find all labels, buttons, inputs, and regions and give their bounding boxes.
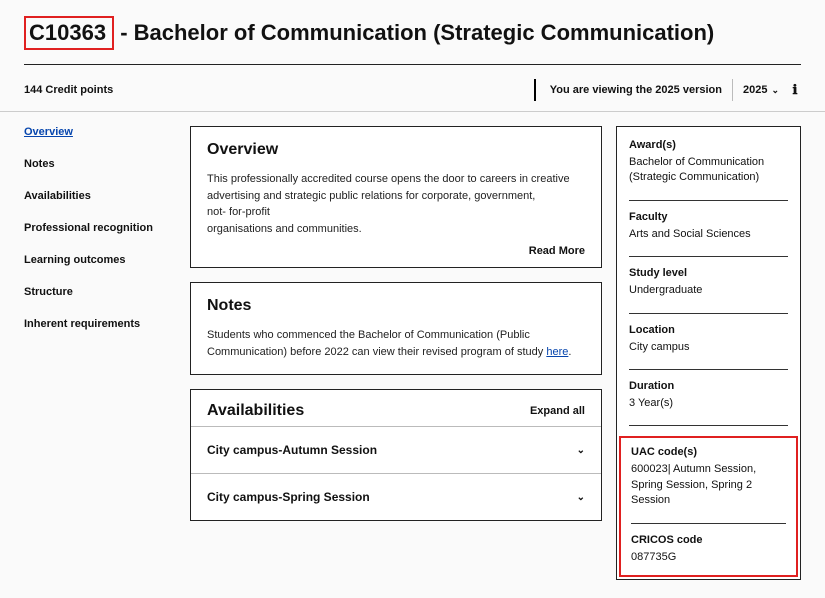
- nav-inherent-requirements[interactable]: Inherent requirements: [24, 318, 176, 330]
- notes-link-here[interactable]: here: [546, 346, 568, 358]
- version-label: You are viewing the 2025 version: [550, 84, 722, 96]
- location-value: City campus: [629, 340, 788, 355]
- info-sidebar: Award(s) Bachelor of Communication (Stra…: [616, 126, 801, 580]
- divider: [24, 64, 801, 65]
- notes-panel: Notes Students who commenced the Bachelo…: [190, 282, 602, 375]
- highlighted-codes: UAC code(s) 600023| Autumn Session, Spri…: [619, 436, 798, 577]
- study-level-label: Study level: [629, 267, 788, 279]
- course-code: C10363: [24, 16, 114, 50]
- nav-notes[interactable]: Notes: [24, 158, 176, 170]
- nav-availabilities[interactable]: Availabilities: [24, 190, 176, 202]
- overview-text: This professionally accredited course op…: [207, 171, 585, 237]
- duration-value: 3 Year(s): [629, 396, 788, 411]
- overview-panel: Overview This professionally accredited …: [190, 126, 602, 268]
- course-name: - Bachelor of Communication (Strategic C…: [114, 20, 714, 45]
- award-label: Award(s): [629, 139, 788, 151]
- version-year: 2025: [743, 84, 767, 96]
- nav-professional-recognition[interactable]: Professional recognition: [24, 222, 176, 234]
- uac-label: UAC code(s): [631, 446, 786, 458]
- divider: [629, 313, 788, 314]
- divider: [629, 369, 788, 370]
- duration-label: Duration: [629, 380, 788, 392]
- divider: [629, 200, 788, 201]
- award-value: Bachelor of Communication (Strategic Com…: [629, 155, 788, 186]
- sidebar-nav: Overview Notes Availabilities Profession…: [24, 126, 176, 580]
- availability-item-spring[interactable]: City campus-Spring Session ⌄: [191, 473, 601, 520]
- chevron-down-icon: ⌄: [577, 492, 585, 503]
- nav-structure[interactable]: Structure: [24, 286, 176, 298]
- info-icon[interactable]: ℹ: [789, 84, 801, 96]
- version-selector: You are viewing the 2025 version 2025 ⌄ …: [534, 79, 801, 101]
- overview-heading: Overview: [207, 141, 585, 159]
- notes-heading: Notes: [207, 297, 585, 315]
- page-title: C10363 - Bachelor of Communication (Stra…: [24, 16, 801, 50]
- faculty-label: Faculty: [629, 211, 788, 223]
- availability-item-autumn[interactable]: City campus-Autumn Session ⌄: [191, 426, 601, 473]
- availabilities-panel: Availabilities Expand all City campus-Au…: [190, 389, 602, 521]
- faculty-value: Arts and Social Sciences: [629, 227, 788, 242]
- chevron-down-icon: ⌄: [577, 445, 585, 456]
- divider: [732, 79, 733, 101]
- location-label: Location: [629, 324, 788, 336]
- nav-overview[interactable]: Overview: [24, 126, 176, 138]
- main-content: Overview This professionally accredited …: [190, 126, 602, 580]
- chevron-down-icon: ⌄: [771, 85, 779, 96]
- expand-all-button[interactable]: Expand all: [530, 405, 585, 417]
- divider: [0, 111, 825, 112]
- divider: [631, 523, 786, 524]
- nav-learning-outcomes[interactable]: Learning outcomes: [24, 254, 176, 266]
- notes-text: Students who commenced the Bachelor of C…: [207, 327, 585, 360]
- availabilities-heading: Availabilities: [207, 402, 304, 420]
- divider: [629, 425, 788, 426]
- read-more-button[interactable]: Read More: [529, 245, 585, 257]
- version-year-dropdown[interactable]: 2025 ⌄: [743, 84, 779, 96]
- availability-label: City campus-Autumn Session: [207, 443, 377, 457]
- credit-points: 144 Credit points: [24, 84, 113, 96]
- uac-value: 600023| Autumn Session, Spring Session, …: [631, 462, 786, 508]
- divider: [629, 256, 788, 257]
- study-level-value: Undergraduate: [629, 283, 788, 298]
- availability-label: City campus-Spring Session: [207, 490, 370, 504]
- cricos-value: 087735G: [631, 550, 786, 565]
